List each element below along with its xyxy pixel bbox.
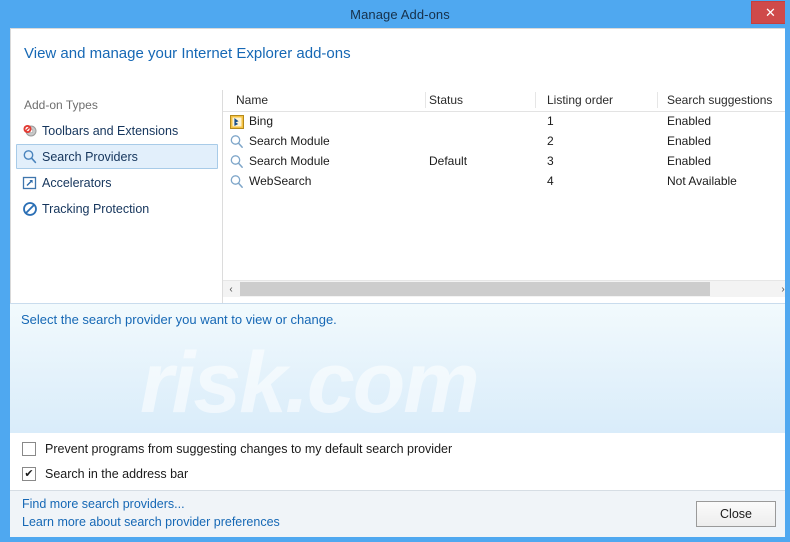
info-pane: risk.com Select the search provider you … — [10, 303, 785, 433]
cell-listing-order: 3 — [547, 154, 554, 168]
sidebar-list: Toolbars and Extensions Search Providers — [11, 118, 223, 222]
sidebar-item-label: Toolbars and Extensions — [42, 123, 179, 138]
table-row[interactable]: Search Module Default 3 Enabled — [223, 152, 785, 172]
sidebar-item-label: Tracking Protection — [42, 201, 150, 216]
magnifier-icon — [229, 154, 245, 170]
sidebar-item-accelerators[interactable]: Accelerators — [16, 170, 218, 195]
checkbox-box[interactable] — [22, 442, 36, 456]
close-button[interactable]: Close — [696, 501, 776, 527]
sidebar-item-label: Accelerators — [42, 175, 112, 190]
learn-more-search-provider-preferences-link[interactable]: Learn more about search provider prefere… — [22, 515, 280, 529]
horizontal-scrollbar[interactable]: ‹ › — [223, 280, 785, 297]
magnifier-icon — [229, 174, 245, 190]
cell-search-suggestions: Enabled — [667, 154, 712, 168]
cell-name: Search Module — [249, 134, 330, 148]
checkbox-label: Search in the address bar — [45, 467, 189, 481]
column-header-listing-order[interactable]: Listing order — [547, 93, 613, 107]
window-close-icon[interactable]: ✕ — [751, 1, 785, 24]
table-header-row: Name Status Listing order Search suggest… — [223, 90, 785, 112]
column-separator[interactable] — [657, 92, 658, 108]
scrollbar-thumb[interactable] — [240, 282, 710, 296]
checkbox-prevent-programs[interactable]: Prevent programs from suggesting changes… — [22, 442, 452, 456]
checkbox-box[interactable]: ✔ — [22, 467, 36, 481]
magnifier-icon — [229, 134, 245, 150]
cell-name: Bing — [249, 114, 274, 128]
column-header-search-suggestions[interactable]: Search suggestions — [667, 93, 772, 107]
table-body: Bing 1 Enabled Search Module 2 Enabled S… — [223, 112, 785, 192]
cell-listing-order: 2 — [547, 134, 554, 148]
sidebar-item-tracking-protection[interactable]: Tracking Protection — [16, 196, 218, 221]
sidebar: Add-on Types Toolbars and Extensions Sea… — [11, 90, 223, 303]
addons-table: Name Status Listing order Search suggest… — [223, 90, 785, 303]
accelerator-arrow-icon — [22, 175, 38, 191]
bing-icon — [229, 114, 245, 130]
sidebar-item-search-providers[interactable]: Search Providers — [16, 144, 218, 169]
watermark: risk.com — [140, 335, 480, 431]
cell-listing-order: 1 — [547, 114, 554, 128]
sidebar-title: Add-on Types — [24, 98, 98, 112]
cell-name: Search Module — [249, 154, 330, 168]
cell-name: WebSearch — [249, 174, 312, 188]
table-row[interactable]: WebSearch 4 Not Available — [223, 172, 785, 192]
find-more-search-providers-link[interactable]: Find more search providers... — [22, 497, 185, 511]
cell-status: Default — [429, 154, 468, 168]
cell-search-suggestions: Enabled — [667, 114, 712, 128]
options-area: Prevent programs from suggesting changes… — [10, 433, 785, 490]
title-bar: Manage Add-ons ✕ — [5, 0, 785, 28]
sidebar-item-toolbars-and-extensions[interactable]: Toolbars and Extensions — [16, 118, 218, 143]
cell-search-suggestions: Not Available — [667, 174, 737, 188]
cell-listing-order: 4 — [547, 174, 554, 188]
manage-addons-window: Manage Add-ons ✕ View and manage your In… — [0, 0, 790, 542]
cell-search-suggestions: Enabled — [667, 134, 712, 148]
column-separator[interactable] — [535, 92, 536, 108]
footer: Find more search providers... Learn more… — [10, 490, 785, 537]
page-title: View and manage your Internet Explorer a… — [24, 45, 351, 62]
checkbox-label: Prevent programs from suggesting changes… — [45, 442, 453, 456]
header-band: View and manage your Internet Explorer a… — [10, 28, 785, 90]
table-row[interactable]: Search Module 2 Enabled — [223, 132, 785, 152]
scroll-right-icon[interactable]: › — [775, 281, 785, 297]
column-separator[interactable] — [425, 92, 426, 108]
checkbox-search-address-bar[interactable]: ✔ Search in the address bar — [22, 467, 188, 481]
magnifier-icon — [22, 149, 38, 165]
column-header-status[interactable]: Status — [429, 93, 463, 107]
column-header-name[interactable]: Name — [236, 93, 268, 107]
block-circle-icon — [22, 201, 38, 217]
toolbars-extensions-icon — [22, 123, 38, 139]
window-title: Manage Add-ons — [350, 6, 450, 22]
scroll-left-icon[interactable]: ‹ — [223, 281, 239, 297]
table-row[interactable]: Bing 1 Enabled — [223, 112, 785, 132]
info-message: Select the search provider you want to v… — [21, 312, 337, 327]
sidebar-item-label: Search Providers — [42, 149, 138, 164]
content-area: Add-on Types Toolbars and Extensions Sea… — [10, 90, 785, 303]
